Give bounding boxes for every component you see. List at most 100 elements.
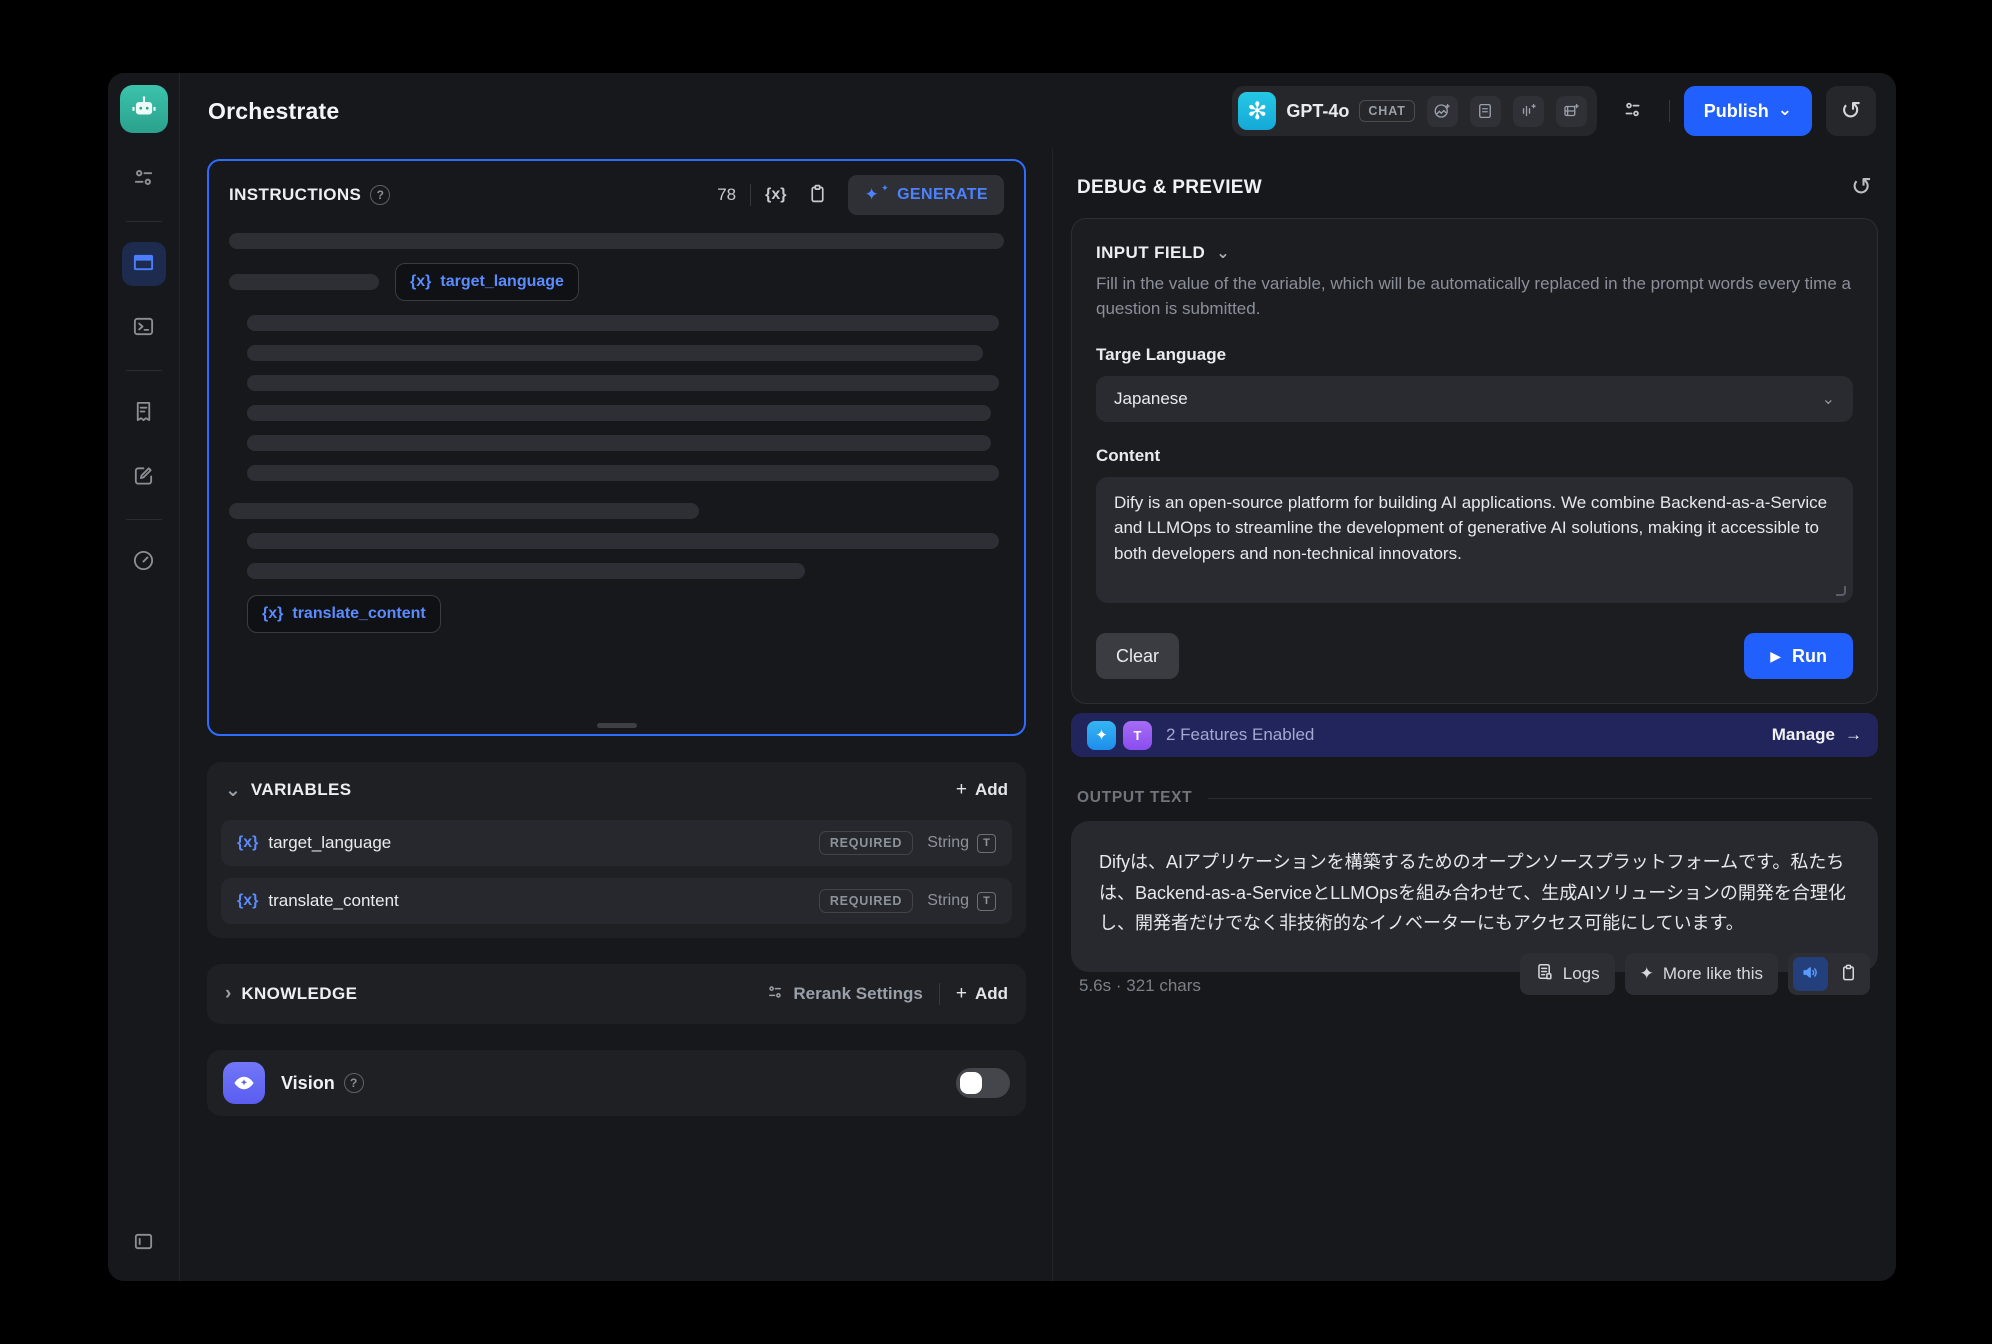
chevron-right-icon: › (225, 983, 231, 1005)
variable-row-translate-content[interactable]: {x} translate_content REQUIRED String T (221, 878, 1012, 924)
main-area: Orchestrate ✻ GPT-4o CHAT (180, 73, 1896, 1281)
required-badge: REQUIRED (819, 889, 913, 913)
clipboard-icon (807, 183, 828, 207)
sidebar-nav (122, 157, 166, 584)
variable-chip-translate-content[interactable]: {x} translate_content (247, 595, 441, 633)
help-icon[interactable]: ? (344, 1073, 364, 1093)
knowledge-section: › KNOWLEDGE Rerank Settings + (207, 964, 1026, 1024)
vision-toggle[interactable] (956, 1068, 1010, 1098)
publish-button[interactable]: Publish ⌄ (1684, 86, 1812, 136)
video-capability-icon (1556, 96, 1587, 127)
sidebar-item-monitoring[interactable] (122, 540, 166, 584)
vision-section: Vision ? (207, 1050, 1026, 1116)
skeleton-line (247, 405, 991, 421)
help-icon[interactable]: ? (370, 185, 390, 205)
sidebar-item-orchestrate[interactable] (122, 242, 166, 286)
add-knowledge-button[interactable]: + Add (956, 983, 1008, 1005)
variable-chip-target-language[interactable]: {x} target_language (395, 263, 579, 301)
skeleton-line (247, 375, 999, 391)
copy-prompt-button[interactable] (800, 178, 834, 212)
sidebar-item-terminal[interactable] (122, 306, 166, 350)
output-actions: Logs ✦ More like this (1520, 953, 1870, 995)
required-badge: REQUIRED (819, 831, 913, 855)
variable-token-icon: {x} (237, 834, 258, 852)
vision-eye-icon (223, 1062, 265, 1104)
variables-list: {x} target_language REQUIRED String T (207, 820, 1026, 938)
log-document-icon (1535, 962, 1554, 986)
skeleton-line (247, 435, 991, 451)
robot-icon (129, 92, 159, 127)
instructions-editor[interactable]: INSTRUCTIONS ? 78 {x} ✦ (207, 159, 1026, 736)
output-divider-line (1208, 798, 1872, 799)
clipboard-icon (1839, 963, 1858, 985)
desktop-background: Orchestrate ✻ GPT-4o CHAT (0, 0, 1992, 1344)
skeleton-line (229, 503, 699, 519)
output-footer: 5.6s · 321 chars Logs ✦ More like this (1071, 952, 1878, 996)
target-language-select[interactable]: Japanese ⌄ (1096, 376, 1853, 422)
content-field-wrap: Dify is an open-source platform for buil… (1096, 477, 1853, 603)
gauge-icon (132, 549, 155, 575)
restart-debug-button[interactable]: ↺ (1851, 175, 1872, 200)
top-bar-actions: ✻ GPT-4o CHAT Publish ⌄ (1232, 86, 1876, 136)
run-button[interactable]: ▶ Run (1744, 633, 1853, 679)
string-type-icon: T (977, 834, 996, 853)
version-history-button[interactable]: ↺ (1826, 86, 1876, 136)
output-stats: 5.6s · 321 chars (1079, 952, 1201, 996)
generate-button[interactable]: ✦ ✦ GENERATE (848, 175, 1004, 215)
top-bar-divider (1669, 100, 1670, 122)
output-bubble: Difyは、AIアプリケーションを構築するためのオープンソースプラットフォームで… (1071, 821, 1878, 972)
workspace: INSTRUCTIONS ? 78 {x} ✦ (180, 149, 1896, 1281)
output-text: Difyは、AIアプリケーションを構築するためのオープンソースプラットフォームで… (1099, 847, 1850, 938)
app-logo[interactable] (120, 85, 168, 133)
plus-icon: + (956, 983, 967, 1005)
sidebar-divider (126, 519, 162, 520)
model-selector[interactable]: ✻ GPT-4o CHAT (1232, 86, 1596, 136)
model-mode-badge: CHAT (1359, 100, 1414, 122)
receipt-icon (132, 400, 155, 426)
add-variable-button[interactable]: + Add (956, 779, 1008, 801)
sidebar (108, 73, 180, 1281)
clear-button[interactable]: Clear (1096, 633, 1179, 679)
variable-row-target-language[interactable]: {x} target_language REQUIRED String T (221, 820, 1012, 866)
sidebar-collapse-button[interactable] (122, 1221, 166, 1265)
sidebar-divider (126, 221, 162, 222)
insert-variable-button[interactable]: {x} (765, 186, 786, 204)
page-title: Orchestrate (208, 98, 339, 125)
sliders-icon (132, 166, 155, 192)
sparkle-feature-icon: ✦ (1087, 721, 1116, 750)
sidebar-item-annotation[interactable] (122, 455, 166, 499)
string-type-icon: T (977, 892, 996, 911)
document-capability-icon (1470, 96, 1501, 127)
chevron-down-icon: ⌄ (1216, 243, 1230, 263)
rerank-settings-button[interactable]: Rerank Settings (766, 983, 922, 1006)
output-label-row: OUTPUT TEXT (1071, 789, 1878, 807)
sparkle-icon: ✦ (864, 185, 879, 205)
openai-logo-icon: ✻ (1238, 92, 1276, 130)
sidebar-item-logs[interactable] (122, 391, 166, 435)
audio-copy-group (1788, 953, 1870, 995)
speak-aloud-button[interactable] (1793, 957, 1828, 991)
knowledge-header[interactable]: › KNOWLEDGE Rerank Settings + (207, 964, 1026, 1024)
model-params-button[interactable] (1611, 89, 1655, 133)
instructions-tools: 78 {x} ✦ ✦ GENERATE (717, 175, 1004, 215)
copy-output-button[interactable] (1832, 957, 1865, 991)
variable-type: String T (927, 834, 996, 853)
logs-button[interactable]: Logs (1520, 953, 1615, 995)
speaker-icon (1801, 963, 1820, 985)
skeleton-line (247, 315, 999, 331)
input-field-header[interactable]: INPUT FIELD ⌄ (1096, 243, 1853, 263)
play-icon: ▶ (1770, 648, 1781, 665)
vision-row: Vision ? (207, 1050, 1026, 1116)
more-like-this-button[interactable]: ✦ More like this (1625, 953, 1778, 995)
chevron-down-icon: ⌄ (225, 779, 241, 802)
resize-handle[interactable] (597, 723, 637, 728)
content-textarea[interactable]: Dify is an open-source platform for buil… (1096, 477, 1853, 603)
sidebar-item-settings[interactable] (122, 157, 166, 201)
toggle-knob (960, 1072, 982, 1094)
text-to-speech-feature-icon: T (1123, 721, 1152, 750)
manage-features-button[interactable]: Manage → (1772, 725, 1862, 745)
sidebar-divider (126, 370, 162, 371)
variables-header[interactable]: ⌄ VARIABLES + Add (207, 762, 1026, 818)
arrow-right-icon: → (1845, 725, 1862, 745)
debug-preview-pane: DEBUG & PREVIEW ↺ INPUT FIELD ⌄ Fill in … (1052, 149, 1896, 1281)
